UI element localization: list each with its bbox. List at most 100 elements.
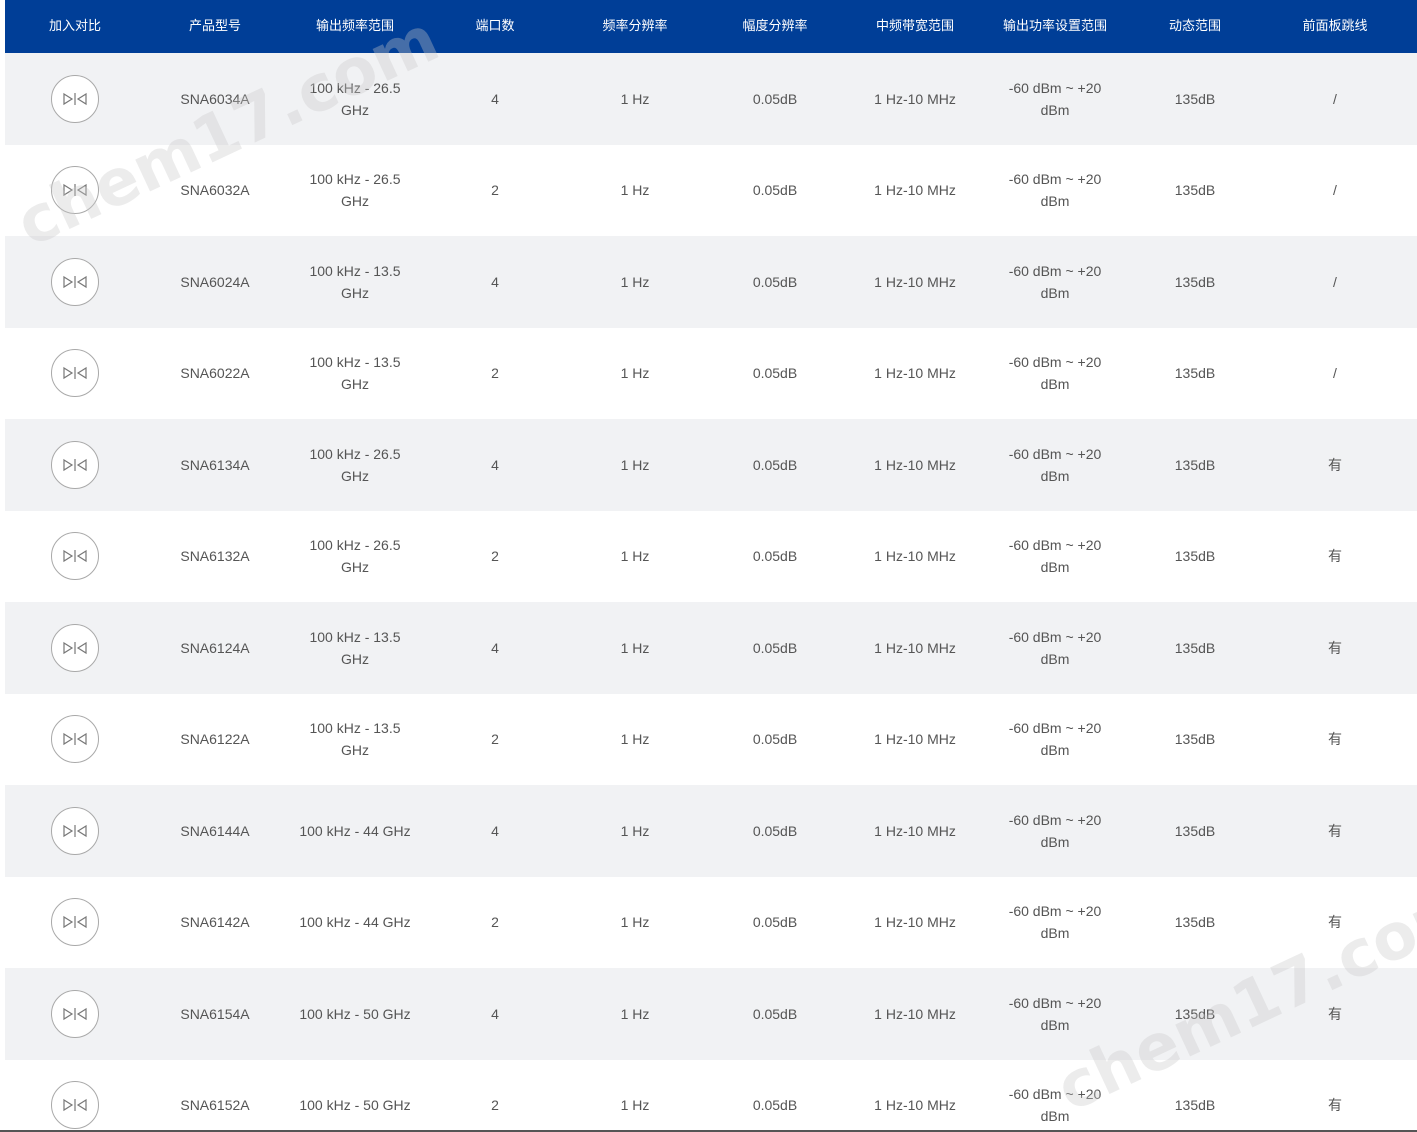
compare-cell: [5, 236, 145, 328]
ports-cell: 4: [425, 53, 565, 145]
add-to-compare-button[interactable]: [51, 257, 99, 306]
ports-cell-text: 4: [491, 1005, 499, 1022]
front-panel-jumper-cell: /: [1265, 145, 1405, 237]
front-panel-jumper-cell-text: 有: [1328, 731, 1342, 748]
ports-cell-text: 2: [491, 731, 499, 748]
amplitude-resolution-cell-text: 0.05dB: [752, 90, 798, 107]
amplitude-resolution-cell: 0.05dB: [705, 511, 845, 603]
add-to-compare-button[interactable]: [51, 440, 99, 489]
add-to-compare-button[interactable]: [51, 349, 99, 398]
dynamic-range-cell: 135dB: [1125, 1060, 1265, 1132]
dynamic-range-cell: 135dB: [1125, 877, 1265, 969]
ports-cell-text: 2: [491, 182, 499, 199]
if-bandwidth-cell: 1 Hz-10 MHz: [845, 602, 985, 694]
front-panel-jumper-cell-text: 有: [1328, 1005, 1342, 1022]
header-if-bandwidth: 中频带宽范围: [875, 18, 954, 33]
ports-cell: 2: [425, 145, 565, 237]
amplitude-resolution-cell-text: 0.05dB: [752, 548, 798, 565]
ports-cell: 4: [425, 968, 565, 1060]
add-to-compare-button[interactable]: [51, 898, 99, 947]
dynamic-range-cell-text: 135dB: [1174, 182, 1216, 199]
add-to-compare-button[interactable]: [51, 532, 99, 581]
front-panel-jumper-cell-text: /: [1333, 273, 1337, 290]
frequency-resolution-cell-text: 1 Hz: [620, 365, 650, 382]
frequency-resolution-cell-text: 1 Hz: [620, 822, 650, 839]
frequency-range-cell-text: 100 kHz - 50 GHz: [299, 1005, 411, 1022]
compare-cell: [5, 53, 145, 145]
add-to-compare-button[interactable]: [51, 74, 99, 123]
frequency-resolution-cell-text: 1 Hz: [620, 731, 650, 748]
if-bandwidth-cell-text: 1 Hz-10 MHz: [874, 456, 956, 473]
front-panel-jumper-cell: 有: [1265, 1060, 1405, 1132]
add-to-compare-button[interactable]: [51, 715, 99, 764]
front-panel-jumper-cell: 有: [1265, 419, 1405, 511]
table-row: SNA6142A 100 kHz - 44 GHz 2 1 Hz 0.05dB 1 Hz-…: [5, 876, 1417, 969]
add-to-compare-button[interactable]: [51, 989, 99, 1038]
ports-cell-text: 4: [491, 273, 499, 290]
dynamic-range-cell: 135dB: [1125, 145, 1265, 237]
amplitude-resolution-cell-text: 0.05dB: [752, 273, 798, 290]
frequency-range-cell: 100 kHz - 13.5 GHz: [285, 602, 425, 694]
front-panel-jumper-cell-text: 有: [1328, 456, 1342, 473]
ports-cell-text: 2: [491, 1097, 499, 1114]
header-output-power: 输出功率设置范围: [1002, 18, 1107, 33]
output-power-cell-text: -60 dBm ~ +20 dBm: [1008, 811, 1102, 850]
header-frequency-resolution: 频率分辨率: [602, 18, 668, 33]
frequency-resolution-cell: 1 Hz: [565, 145, 705, 237]
model-cell-text: SNA6034A: [180, 90, 250, 107]
compare-cell: [5, 328, 145, 420]
dynamic-range-cell: 135dB: [1125, 53, 1265, 145]
front-panel-jumper-cell: 有: [1265, 511, 1405, 603]
output-power-cell: -60 dBm ~ +20 dBm: [985, 511, 1125, 603]
dynamic-range-cell-text: 135dB: [1174, 273, 1216, 290]
front-panel-jumper-cell: /: [1265, 53, 1405, 145]
frequency-resolution-cell-text: 1 Hz: [620, 456, 650, 473]
frequency-range-cell: 100 kHz - 50 GHz: [285, 1060, 425, 1132]
amplitude-resolution-cell-text: 0.05dB: [752, 1097, 798, 1114]
dynamic-range-cell: 135dB: [1125, 419, 1265, 511]
table-header: 加入对比 产品型号 输出频率范围 端口数 频率分辨率 幅度分辨率 中频带宽范围 …: [5, 0, 1417, 53]
model-cell: SNA6124A: [145, 602, 285, 694]
output-power-cell: -60 dBm ~ +20 dBm: [985, 419, 1125, 511]
add-to-compare-button[interactable]: [51, 806, 99, 855]
front-panel-jumper-cell: 有: [1265, 602, 1405, 694]
amplitude-resolution-cell-text: 0.05dB: [752, 731, 798, 748]
header-ports: 端口数: [475, 18, 515, 33]
if-bandwidth-cell: 1 Hz-10 MHz: [845, 53, 985, 145]
header-amplitude-resolution: 幅度分辨率: [742, 18, 808, 33]
frequency-resolution-cell: 1 Hz: [565, 785, 705, 877]
front-panel-jumper-cell-text: 有: [1328, 1097, 1342, 1114]
table-row: SNA6122A 100 kHz - 13.5 GHz 2 1 Hz 0.05dB 1 H…: [5, 693, 1417, 786]
add-to-compare-button[interactable]: [51, 166, 99, 215]
amplitude-resolution-cell: 0.05dB: [705, 968, 845, 1060]
compare-cell: [5, 145, 145, 237]
compare-icon: [63, 824, 87, 837]
ports-cell: 2: [425, 328, 565, 420]
front-panel-jumper-cell-text: 有: [1328, 822, 1342, 839]
compare-cell: [5, 694, 145, 786]
model-cell-text: SNA6132A: [180, 548, 250, 565]
model-cell: SNA6022A: [145, 328, 285, 420]
table-row: SNA6152A 100 kHz - 50 GHz 2 1 Hz 0.05dB 1 Hz-…: [5, 1059, 1417, 1132]
output-power-cell: -60 dBm ~ +20 dBm: [985, 328, 1125, 420]
compare-cell: [5, 968, 145, 1060]
frequency-resolution-cell: 1 Hz: [565, 877, 705, 969]
header-output-frequency: 输出频率范围: [315, 18, 394, 33]
frequency-resolution-cell-text: 1 Hz: [620, 1005, 650, 1022]
frequency-resolution-cell-text: 1 Hz: [620, 1097, 650, 1114]
amplitude-resolution-cell-text: 0.05dB: [752, 914, 798, 931]
add-to-compare-button[interactable]: [51, 623, 99, 672]
compare-icon: [63, 92, 87, 105]
compare-cell: [5, 419, 145, 511]
if-bandwidth-cell-text: 1 Hz-10 MHz: [874, 90, 956, 107]
amplitude-resolution-cell-text: 0.05dB: [752, 182, 798, 199]
output-power-cell: -60 dBm ~ +20 dBm: [985, 1060, 1125, 1132]
frequency-resolution-cell: 1 Hz: [565, 419, 705, 511]
table-row: SNA6024A 100 kHz - 13.5 GHz 4 1 Hz 0.05dB 1 H…: [5, 236, 1417, 328]
output-power-cell-text: -60 dBm ~ +20 dBm: [1008, 445, 1102, 484]
dynamic-range-cell-text: 135dB: [1174, 914, 1216, 931]
if-bandwidth-cell: 1 Hz-10 MHz: [845, 419, 985, 511]
model-cell-text: SNA6024A: [180, 273, 250, 290]
if-bandwidth-cell: 1 Hz-10 MHz: [845, 1060, 985, 1132]
add-to-compare-button[interactable]: [51, 1081, 99, 1130]
